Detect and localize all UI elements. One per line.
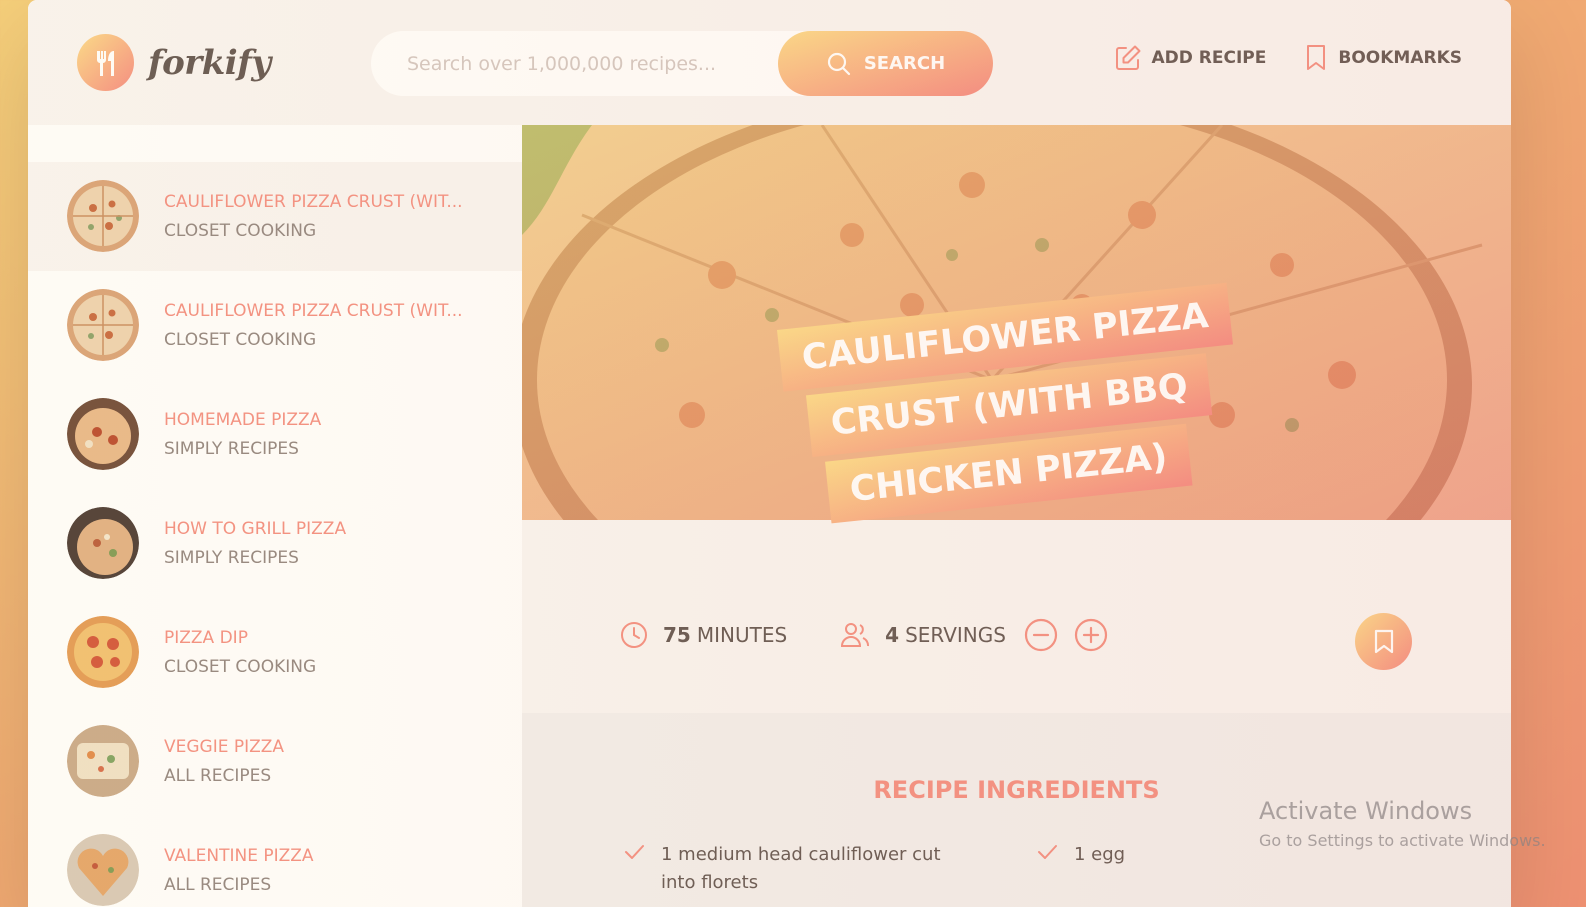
minus-circle-icon xyxy=(1024,618,1058,652)
result-text: CAULIFLOWER PIZZA CRUST (WIT... CLOSET C… xyxy=(164,301,463,350)
result-publisher: SIMPLY RECIPES xyxy=(164,548,299,568)
result-publisher: ALL RECIPES xyxy=(164,766,272,786)
result-text: CAULIFLOWER PIZZA CRUST (WIT... CLOSET C… xyxy=(164,192,463,241)
ingredient-text: 1 medium head cauliflower cut into flore… xyxy=(661,844,941,893)
result-item[interactable]: CAULIFLOWER PIZZA CRUST (WIT... CLOSET C… xyxy=(28,162,522,271)
result-title: CAULIFLOWER PIZZA CRUST (WIT... xyxy=(164,192,463,212)
check-icon xyxy=(623,841,661,897)
result-text: VALENTINE PIZZA ALL RECIPES xyxy=(164,846,314,895)
result-title: HOW TO GRILL PIZZA xyxy=(164,519,347,539)
result-publisher: ALL RECIPES xyxy=(164,875,272,895)
fork-knife-icon xyxy=(77,34,134,91)
ingredient-item: 1 egg xyxy=(1036,841,1384,872)
recipe-thumbnail xyxy=(67,180,139,252)
result-text: HOW TO GRILL PIZZA SIMPLY RECIPES xyxy=(164,519,346,568)
servings: 4 SERVINGS xyxy=(839,618,1108,652)
cooking-time: 75 MINUTES xyxy=(619,620,787,650)
result-publisher: SIMPLY RECIPES xyxy=(164,439,299,459)
check-icon xyxy=(1036,841,1074,872)
nav: ADD RECIPE BOOKMARKS xyxy=(1114,44,1462,72)
result-item[interactable]: HOW TO GRILL PIZZA SIMPLY RECIPES xyxy=(28,489,522,598)
result-text: PIZZA DIP CLOSET COOKING xyxy=(164,628,316,677)
logo[interactable]: forkify xyxy=(77,34,271,91)
search-button[interactable]: SEARCH xyxy=(778,31,993,96)
bookmarks-button[interactable]: BOOKMARKS xyxy=(1304,44,1462,72)
recipe-ingredients: RECIPE INGREDIENTS 1 medium head caulifl… xyxy=(522,713,1511,907)
result-title: HOMEMADE PIZZA xyxy=(164,410,322,430)
recipe-view: CAULIFLOWER PIZZA CRUST (WITH BBQ CHICKE… xyxy=(522,125,1511,907)
search-button-label: SEARCH xyxy=(863,53,946,74)
search-input[interactable] xyxy=(407,52,807,75)
result-title: PIZZA DIP xyxy=(164,628,248,648)
ingredients-heading: RECIPE INGREDIENTS xyxy=(873,776,1160,804)
search-icon xyxy=(827,52,850,75)
users-icon xyxy=(841,623,870,647)
result-text: VEGGIE PIZZA ALL RECIPES xyxy=(164,737,284,786)
decrease-servings-button[interactable] xyxy=(1024,618,1058,652)
result-item[interactable]: PIZZA DIP CLOSET COOKING xyxy=(28,598,522,707)
result-title: CAULIFLOWER PIZZA CRUST (WIT... xyxy=(164,301,463,321)
recipe-details: 75 MINUTES 4 SERVINGS xyxy=(619,618,1108,652)
ingredient-item: 1 medium head cauliflower cut into flore… xyxy=(623,841,971,897)
recipe-thumbnail xyxy=(67,616,139,688)
recipe-thumbnail xyxy=(67,725,139,797)
minutes-value: 75 xyxy=(663,623,691,647)
result-item[interactable]: VALENTINE PIZZA ALL RECIPES xyxy=(28,816,522,907)
servings-value: 4 xyxy=(885,623,900,647)
result-publisher: CLOSET COOKING xyxy=(164,221,317,241)
result-title: VEGGIE PIZZA xyxy=(164,737,285,757)
result-text: HOMEMADE PIZZA SIMPLY RECIPES xyxy=(164,410,321,459)
ingredient-text: 1 egg xyxy=(1074,844,1126,865)
plus-circle-icon xyxy=(1074,618,1108,652)
search-results: CAULIFLOWER PIZZA CRUST (WIT... CLOSET C… xyxy=(28,125,522,907)
header: forkify SEARCH ADD RECIPE xyxy=(28,0,1511,125)
result-publisher: CLOSET COOKING xyxy=(164,330,317,350)
result-item[interactable]: HOMEMADE PIZZA SIMPLY RECIPES xyxy=(28,380,522,489)
add-recipe-label: ADD RECIPE xyxy=(1151,48,1267,68)
app-container: forkify SEARCH ADD RECIPE xyxy=(28,0,1511,907)
recipe-thumbnail xyxy=(67,507,139,579)
edit-icon xyxy=(1115,45,1140,70)
recipe-thumbnail xyxy=(67,289,139,361)
servings-label: SERVINGS xyxy=(905,623,1006,647)
bookmark-icon xyxy=(1374,629,1393,653)
search-form: SEARCH xyxy=(371,31,993,96)
bookmark-recipe-button[interactable] xyxy=(1355,613,1412,670)
recipe-thumbnail xyxy=(67,398,139,470)
bookmark-icon xyxy=(1307,45,1326,70)
recipe-thumbnail xyxy=(67,834,139,906)
result-title: VALENTINE PIZZA xyxy=(164,846,314,866)
logo-text: forkify xyxy=(148,42,271,83)
increase-servings-button[interactable] xyxy=(1074,618,1108,652)
minutes-label: MINUTES xyxy=(696,623,788,647)
result-item[interactable]: VEGGIE PIZZA ALL RECIPES xyxy=(28,707,522,816)
bookmarks-label: BOOKMARKS xyxy=(1338,48,1462,68)
add-recipe-button[interactable]: ADD RECIPE xyxy=(1114,44,1267,72)
result-item[interactable]: CAULIFLOWER PIZZA CRUST (WIT... CLOSET C… xyxy=(28,271,522,380)
clock-icon xyxy=(621,622,647,648)
result-publisher: CLOSET COOKING xyxy=(164,657,317,677)
